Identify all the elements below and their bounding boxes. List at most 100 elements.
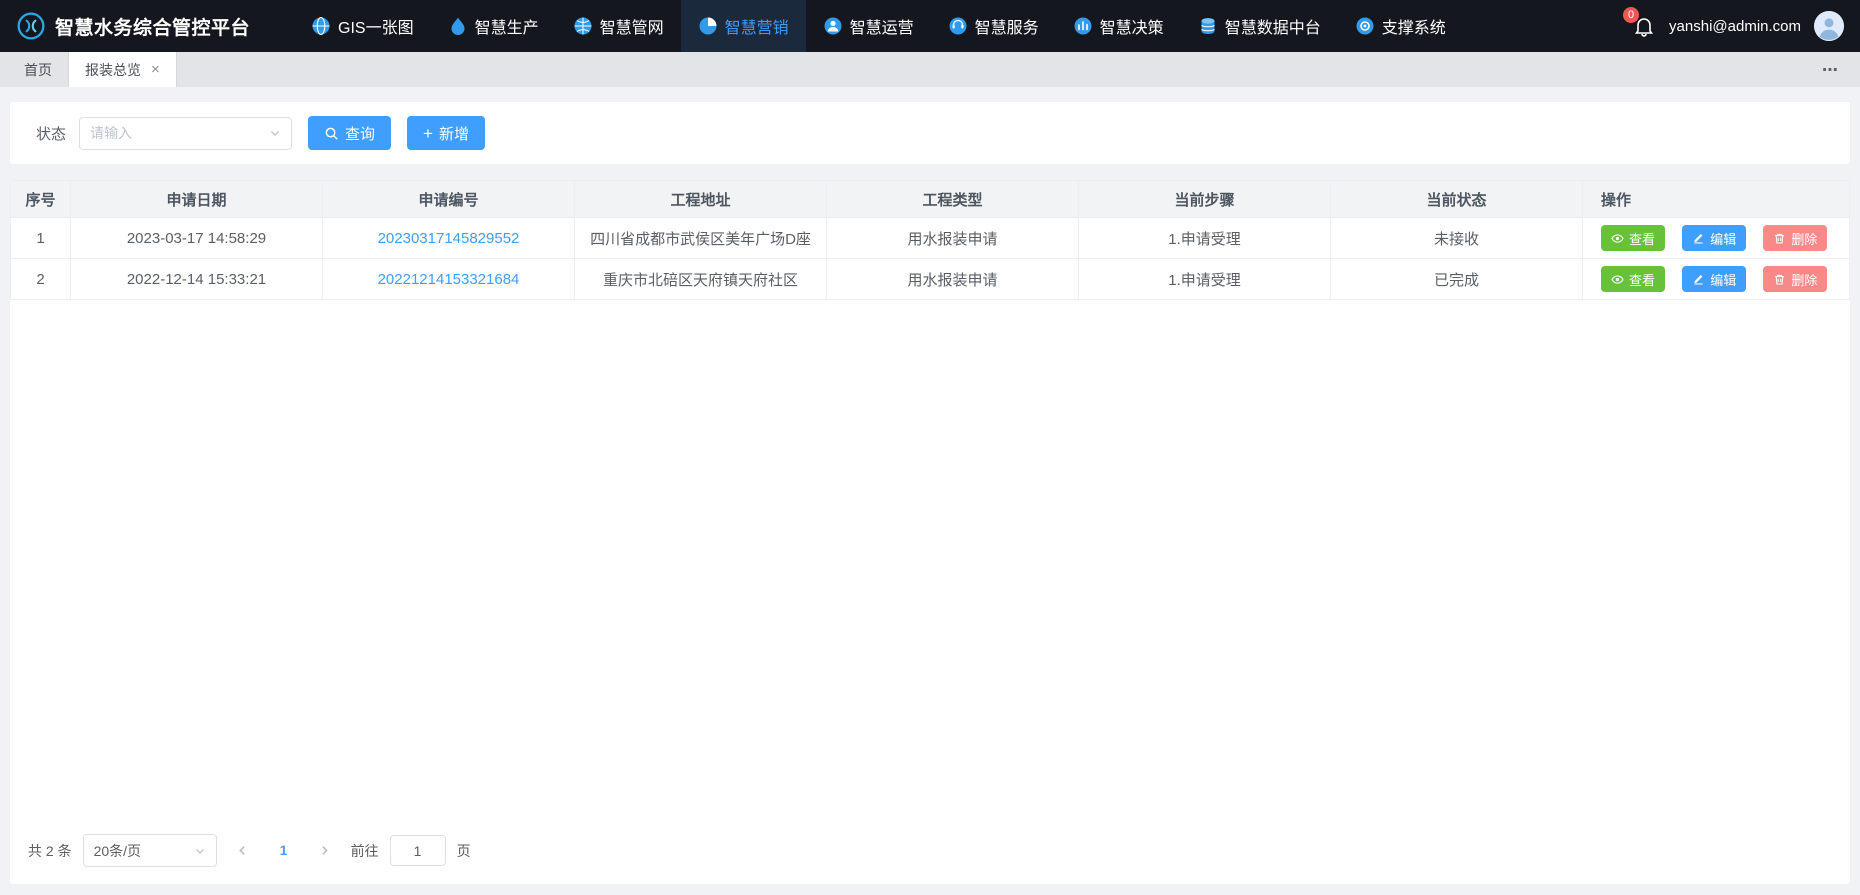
status-label: 状态 <box>36 123 66 144</box>
pagination: 共 2 条 20条/页 1 前往 页 <box>10 826 1850 884</box>
nav-item-gis-map[interactable]: GIS一张图 <box>294 0 431 52</box>
delete-button[interactable]: 删除 <box>1763 266 1827 292</box>
application-number-link[interactable]: 20221214153321684 <box>378 271 520 288</box>
top-navbar: 智慧水务综合管控平台 GIS一张图 智慧生产 智慧管网 智慧营销 <box>0 0 1860 52</box>
user-email: yanshi@admin.com <box>1669 18 1801 35</box>
table-row: 1 2023-03-17 14:58:29 20230317145829552 … <box>11 218 1850 259</box>
col-type: 工程类型 <box>827 181 1079 218</box>
view-button-label: 查看 <box>1629 270 1655 289</box>
page-size-select[interactable]: 20条/页 <box>83 834 217 867</box>
cell-status: 未接收 <box>1331 218 1583 259</box>
nav-label: 智慧决策 <box>1100 14 1164 38</box>
filter-toolbar: 状态 请输入 查询 + 新增 <box>10 102 1850 164</box>
pie-chart-icon <box>698 16 718 36</box>
cell-apply-date: 2023-03-17 14:58:29 <box>71 218 323 259</box>
nav-label: GIS一张图 <box>338 14 414 38</box>
user-avatar[interactable] <box>1814 11 1844 41</box>
tab-more-button[interactable]: ⋯ <box>1802 60 1860 80</box>
tab-bar: 首页 报装总览 × ⋯ <box>0 52 1860 87</box>
water-drop-icon <box>448 16 468 36</box>
trash-icon <box>1773 232 1786 245</box>
status-select[interactable]: 请输入 <box>79 117 292 150</box>
add-button[interactable]: + 新增 <box>407 116 485 150</box>
tab-label: 报装总览 <box>85 60 141 80</box>
page-content: 状态 请输入 查询 + 新增 序号 <box>0 87 1860 884</box>
col-address: 工程地址 <box>575 181 827 218</box>
edit-button-label: 编辑 <box>1710 229 1736 248</box>
application-number-link[interactable]: 20230317145829552 <box>378 230 520 247</box>
decision-icon <box>1073 16 1093 36</box>
pagination-total: 共 2 条 <box>28 841 72 861</box>
next-page-button[interactable] <box>310 834 340 867</box>
cell-status: 已完成 <box>1331 259 1583 300</box>
col-apply-no: 申请编号 <box>323 181 575 218</box>
cell-index: 2 <box>11 259 71 300</box>
nav-item-smart-data-center[interactable]: 智慧数据中台 <box>1181 0 1338 52</box>
delete-button-label: 删除 <box>1791 229 1817 248</box>
nav-item-support-system[interactable]: 支撑系统 <box>1338 0 1463 52</box>
table-row: 2 2022-12-14 15:33:21 20221214153321684 … <box>11 259 1850 300</box>
nav-item-smart-production[interactable]: 智慧生产 <box>431 0 556 52</box>
table-card: 序号 申请日期 申请编号 工程地址 工程类型 当前步骤 当前状态 操作 1 20… <box>10 180 1850 884</box>
page-suffix-label: 页 <box>457 841 471 861</box>
table-header-row: 序号 申请日期 申请编号 工程地址 工程类型 当前步骤 当前状态 操作 <box>11 181 1850 218</box>
logo-icon <box>16 11 46 41</box>
edit-button[interactable]: 编辑 <box>1682 266 1746 292</box>
page-number-1[interactable]: 1 <box>269 834 299 867</box>
nav-label: 智慧生产 <box>475 14 539 38</box>
edit-button[interactable]: 编辑 <box>1682 225 1746 251</box>
view-button[interactable]: 查看 <box>1601 266 1665 292</box>
col-index: 序号 <box>11 181 71 218</box>
nav-label: 智慧运营 <box>850 14 914 38</box>
delete-button-label: 删除 <box>1791 270 1817 289</box>
col-actions: 操作 <box>1583 181 1850 218</box>
view-button[interactable]: 查看 <box>1601 225 1665 251</box>
notification-badge: 0 <box>1623 7 1639 23</box>
data-center-icon <box>1198 16 1218 36</box>
cell-step: 1.申请受理 <box>1079 259 1331 300</box>
nav-item-smart-pipe-network[interactable]: 智慧管网 <box>556 0 681 52</box>
notification-bell[interactable]: 0 <box>1632 14 1656 38</box>
chevron-left-icon <box>236 844 249 857</box>
edit-button-label: 编辑 <box>1710 270 1736 289</box>
tab-home[interactable]: 首页 <box>8 52 69 87</box>
nav-item-smart-decision[interactable]: 智慧决策 <box>1056 0 1181 52</box>
close-icon[interactable]: × <box>151 62 160 77</box>
app-title: 智慧水务综合管控平台 <box>55 13 250 40</box>
col-apply-date: 申请日期 <box>71 181 323 218</box>
view-button-label: 查看 <box>1629 229 1655 248</box>
pipe-network-icon <box>573 16 593 36</box>
main-nav: GIS一张图 智慧生产 智慧管网 智慧营销 智慧运营 <box>294 0 1463 52</box>
page-size-value: 20条/页 <box>94 841 141 861</box>
applications-table: 序号 申请日期 申请编号 工程地址 工程类型 当前步骤 当前状态 操作 1 20… <box>10 180 1850 300</box>
delete-button[interactable]: 删除 <box>1763 225 1827 251</box>
nav-item-smart-service[interactable]: 智慧服务 <box>931 0 1056 52</box>
status-select-placeholder: 请输入 <box>90 123 132 143</box>
goto-page-input[interactable] <box>390 835 446 866</box>
prev-page-button[interactable] <box>228 834 258 867</box>
cell-apply-date: 2022-12-14 15:33:21 <box>71 259 323 300</box>
search-button-label: 查询 <box>345 123 375 144</box>
chevron-right-icon <box>318 844 331 857</box>
nav-label: 智慧数据中台 <box>1225 14 1321 38</box>
edit-icon <box>1692 232 1705 245</box>
cell-index: 1 <box>11 218 71 259</box>
col-status: 当前状态 <box>1331 181 1583 218</box>
nav-item-smart-marketing[interactable]: 智慧营销 <box>681 0 806 52</box>
operations-icon <box>823 16 843 36</box>
search-button[interactable]: 查询 <box>308 116 391 150</box>
cell-type: 用水报装申请 <box>827 259 1079 300</box>
globe-icon <box>311 16 331 36</box>
nav-label: 智慧营销 <box>725 14 789 38</box>
chevron-down-icon <box>269 127 281 139</box>
support-system-icon <box>1355 16 1375 36</box>
eye-icon <box>1611 273 1624 286</box>
nav-item-smart-operations[interactable]: 智慧运营 <box>806 0 931 52</box>
col-step: 当前步骤 <box>1079 181 1331 218</box>
cell-address: 重庆市北碚区天府镇天府社区 <box>575 259 827 300</box>
tab-baozhuang-overview[interactable]: 报装总览 × <box>69 52 177 87</box>
trash-icon <box>1773 273 1786 286</box>
cell-step: 1.申请受理 <box>1079 218 1331 259</box>
eye-icon <box>1611 232 1624 245</box>
nav-label: 智慧管网 <box>600 14 664 38</box>
